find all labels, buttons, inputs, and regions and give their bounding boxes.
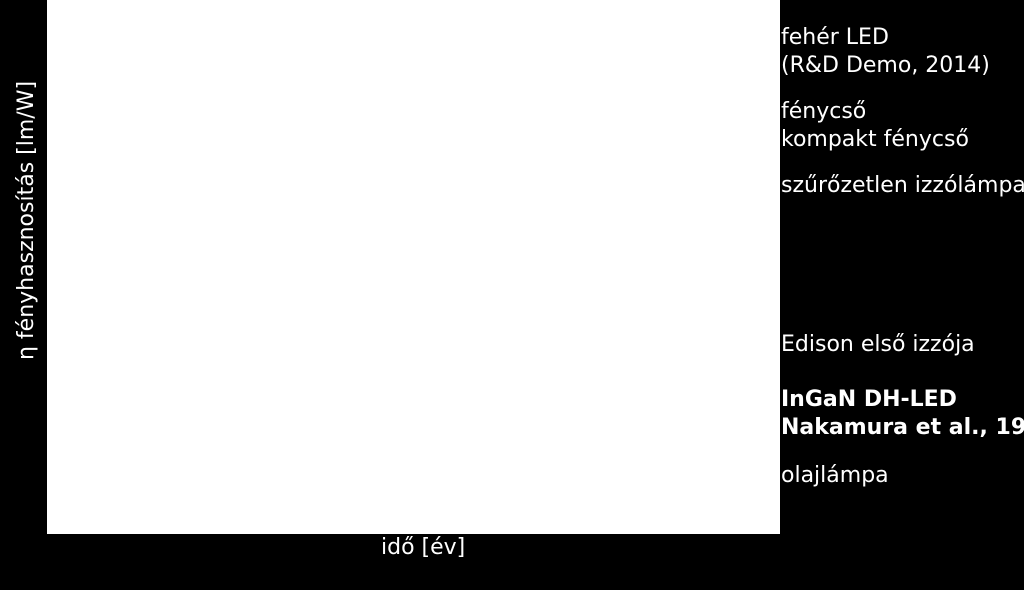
annotation-edison-first-bulb: Edison első izzója — [781, 331, 975, 359]
annotation-white-led-line1: fehér LED — [781, 25, 889, 50]
chart-plot-area — [47, 0, 780, 534]
annotation-oil-lamp: olajlámpa — [781, 462, 889, 490]
annotation-ingan-line1: InGaN DH-LED — [781, 387, 957, 412]
annotation-ingan-line2: Nakamura et al., 1993 — [781, 415, 1024, 440]
y-axis-label: η fényhasznosítás [lm/W] — [14, 81, 39, 360]
x-axis-label: idő [év] — [381, 535, 465, 560]
annotation-white-led: fehér LED (R&D Demo, 2014) — [781, 24, 990, 79]
annotation-ingan-dh-led: InGaN DH-LED Nakamura et al., 1993 — [781, 386, 1024, 441]
annotation-fluorescent-line2: kompakt fénycső — [781, 127, 969, 152]
annotation-fluorescent-line1: fénycső — [781, 99, 866, 124]
annotation-fluorescent: fénycső kompakt fénycső — [781, 98, 969, 153]
annotation-unfiltered-incandescent: szűrőzetlen izzólámpa — [781, 172, 1024, 200]
annotation-white-led-line2: (R&D Demo, 2014) — [781, 53, 990, 78]
